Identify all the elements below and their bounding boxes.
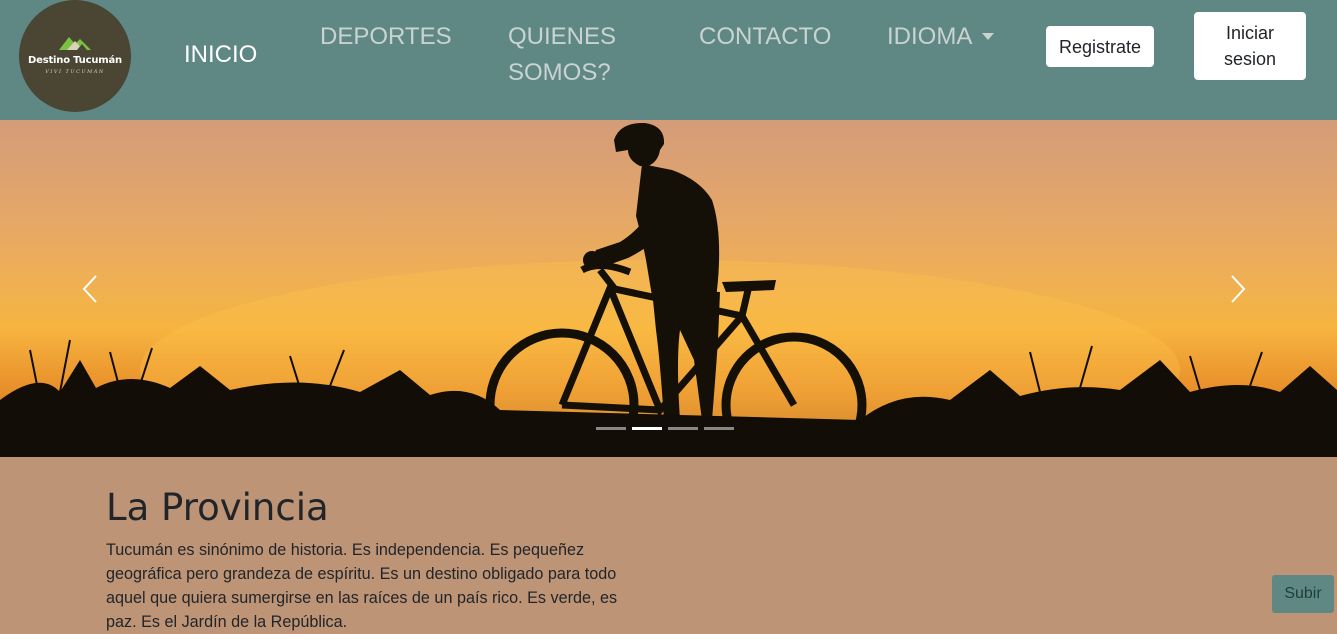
mountain-icon xyxy=(59,37,91,50)
brand-name: Destino Tucumán xyxy=(28,55,122,66)
register-button[interactable]: Registrate xyxy=(1046,26,1154,67)
nav-idioma-label: IDIOMA xyxy=(887,23,973,50)
nav-deportes[interactable]: DEPORTES xyxy=(320,19,452,55)
nav-inicio[interactable]: INICIO xyxy=(184,37,257,73)
hero-carousel xyxy=(0,120,1337,457)
carousel-slide-image xyxy=(0,122,1337,457)
scroll-top-button[interactable]: Subir xyxy=(1272,575,1334,613)
nav-quienes-somos[interactable]: QUIENES SOMOS? xyxy=(508,19,638,91)
section-title: La Provincia xyxy=(106,486,329,529)
carousel-prev-button[interactable] xyxy=(80,274,100,309)
carousel-indicator[interactable] xyxy=(668,427,698,430)
chevron-right-icon xyxy=(1231,275,1246,303)
carousel-next-button[interactable] xyxy=(1228,274,1248,309)
section-text: Tucumán es sinónimo de historia. Es inde… xyxy=(106,541,618,631)
login-button[interactable]: Iniciar sesion xyxy=(1194,12,1306,80)
carousel-indicator[interactable] xyxy=(596,427,626,430)
navbar: Destino Tucumán VIVÍ TUCUMÁN INICIO DEPO… xyxy=(0,0,1337,120)
nav-idioma-dropdown[interactable]: IDIOMA xyxy=(887,19,995,55)
carousel-indicators xyxy=(596,427,734,430)
caret-down-icon xyxy=(982,33,995,40)
chevron-left-icon xyxy=(82,275,97,303)
brand-tagline: VIVÍ TUCUMÁN xyxy=(45,69,105,75)
brand-logo[interactable]: Destino Tucumán VIVÍ TUCUMÁN xyxy=(19,0,131,112)
carousel-indicator-active[interactable] xyxy=(632,427,662,430)
carousel-indicator[interactable] xyxy=(704,427,734,430)
nav-contacto[interactable]: CONTACTO xyxy=(699,19,831,55)
